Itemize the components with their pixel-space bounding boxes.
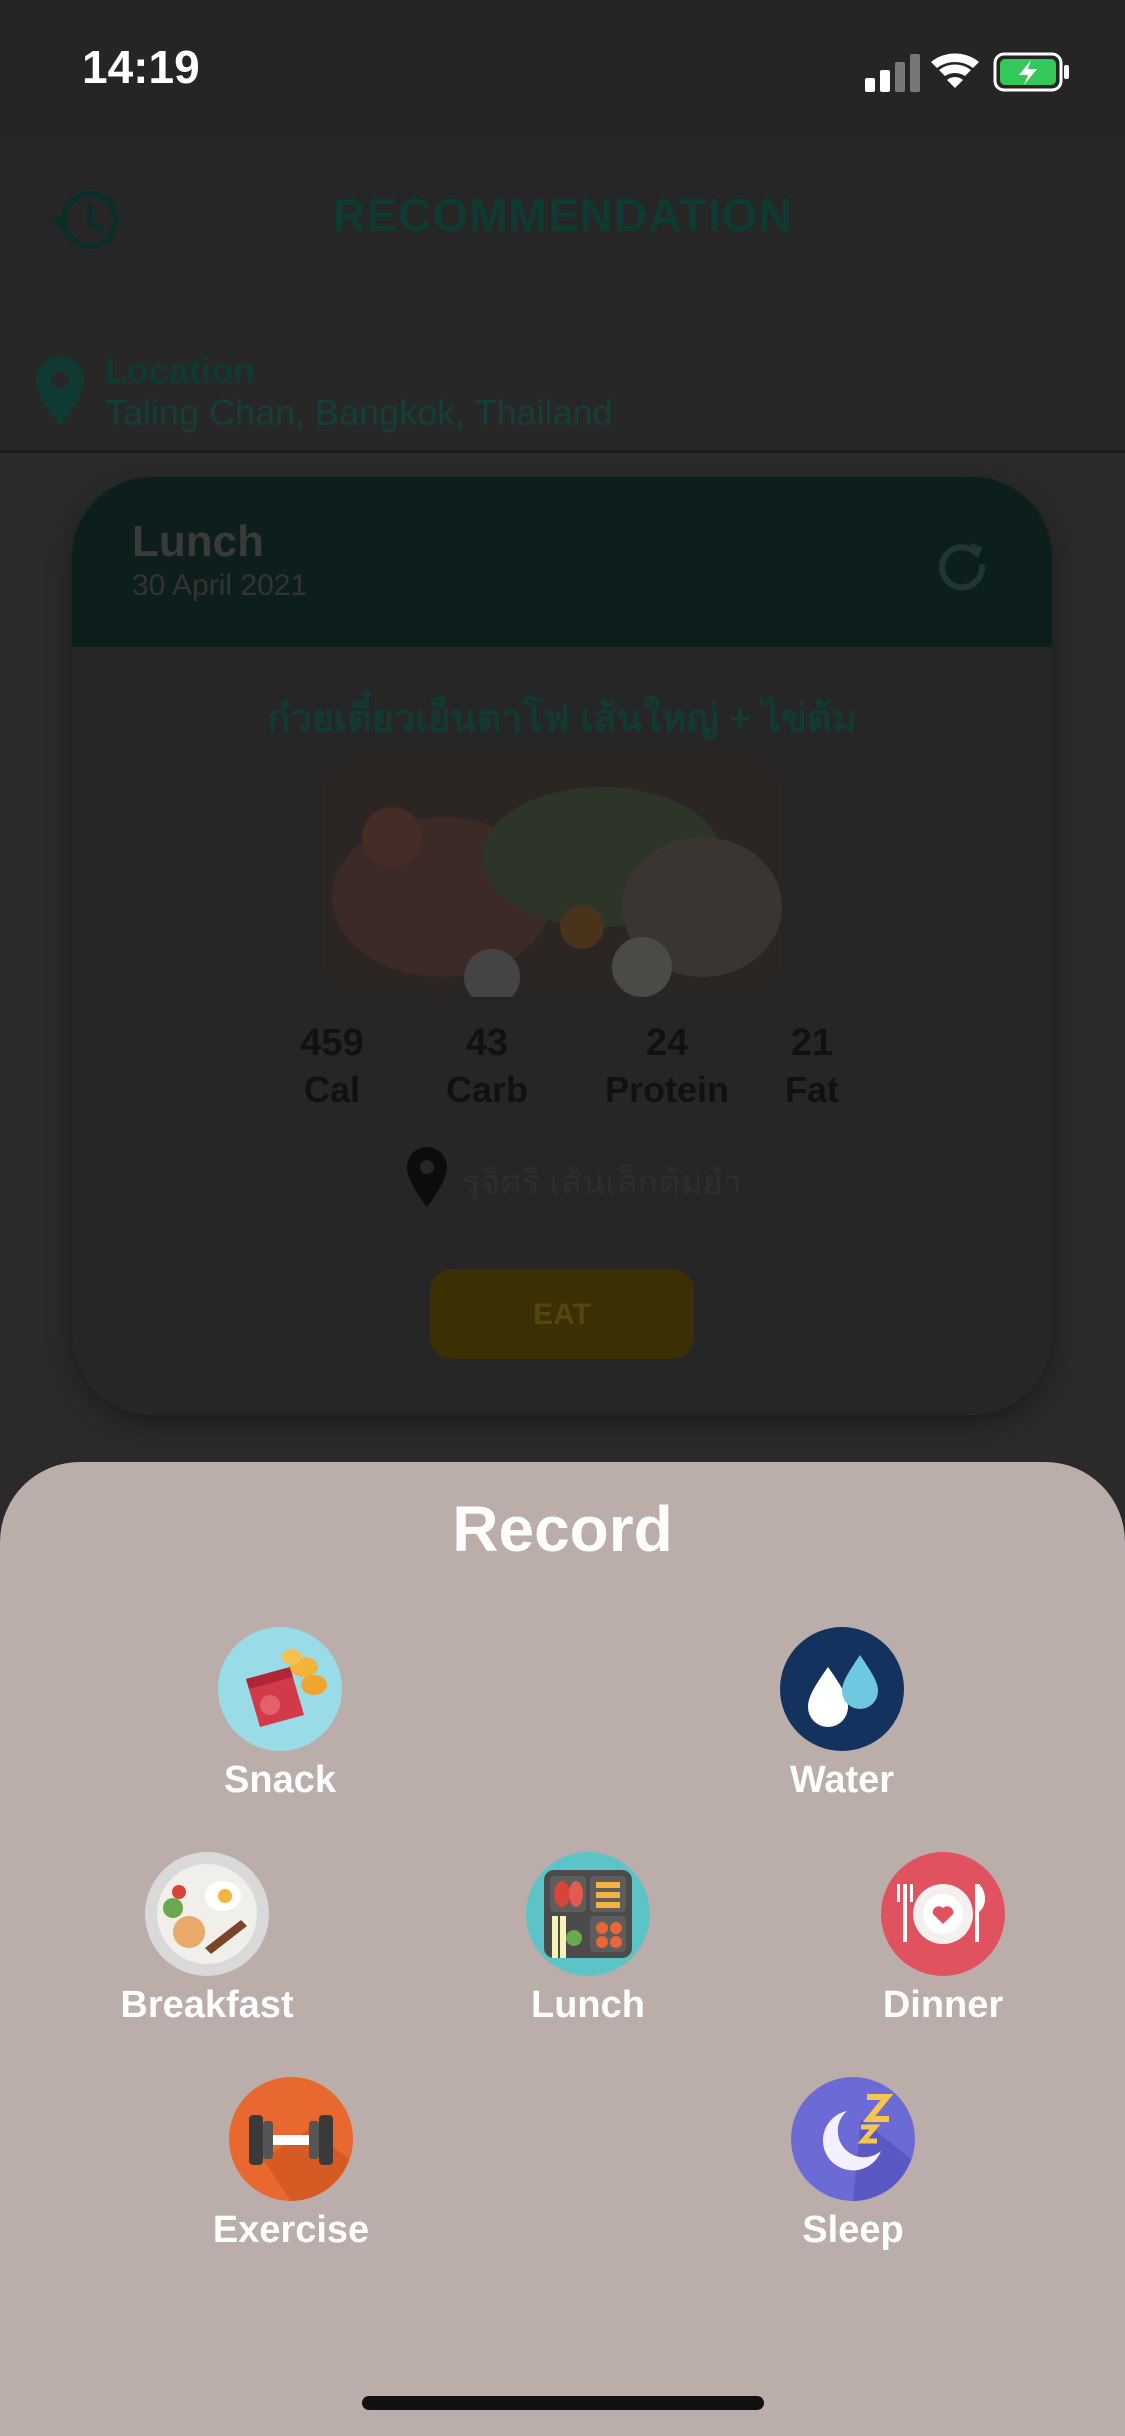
refresh-icon[interactable] [932, 537, 992, 597]
record-water-button[interactable]: Water [712, 1627, 972, 1802]
record-water-label: Water [789, 1759, 895, 1801]
status-bar: 14:19 [0, 0, 1125, 135]
record-snack-button[interactable]: Snack [150, 1627, 410, 1802]
record-exercise-button[interactable]: Exercise [161, 2077, 421, 2252]
record-breakfast-label: Breakfast [120, 1984, 294, 2026]
location-label: Location [105, 350, 255, 391]
sleep-icon [791, 2077, 915, 2201]
nutrient-fat: 21 Fat [785, 1022, 839, 1110]
card-header: Lunch 30 April 2021 [72, 477, 1052, 647]
water-icon [780, 1627, 904, 1751]
record-dinner-label: Dinner [882, 1984, 1004, 2026]
record-exercise-label: Exercise [212, 2209, 370, 2251]
snack-icon [218, 1627, 342, 1751]
breakfast-icon [145, 1852, 269, 1976]
record-title: Record [452, 1493, 673, 1565]
record-lunch-button[interactable]: Lunch [458, 1852, 718, 2027]
record-breakfast-button[interactable]: Breakfast [77, 1852, 337, 2027]
status-icons [865, 52, 1069, 92]
location-pin-icon [36, 356, 84, 426]
shop-name: รุจิศรี เส้นเล็กต้มยำ [462, 1164, 742, 1202]
nutrient-carb: 43 Carb [445, 1022, 529, 1110]
battery-icon [993, 52, 1069, 92]
meal-date: 30 April 2021 [132, 569, 308, 602]
record-sleep-button[interactable]: Sleep [723, 2077, 983, 2252]
page-title: RECOMMENDATION [332, 189, 793, 241]
meal-name: Lunch [132, 517, 264, 566]
cellular-signal-icon [865, 54, 920, 92]
wifi-icon [931, 53, 979, 88]
record-snack-label: Snack [224, 1759, 336, 1801]
dish-photo [322, 757, 782, 997]
record-lunch-label: Lunch [531, 1984, 645, 2026]
record-sleep-label: Sleep [802, 2209, 904, 2251]
status-time: 14:19 [82, 41, 200, 93]
exercise-icon [229, 2077, 353, 2201]
nutrient-calories: 459 Cal [300, 1022, 364, 1110]
dinner-icon [881, 1852, 1005, 1976]
record-dinner-button[interactable]: Dinner [813, 1852, 1073, 2027]
eat-button[interactable]: EAT [430, 1269, 694, 1359]
recommendation-card: Lunch 30 April 2021 ก๋วยเตี๋ยวเย็นตาโฟ เ… [72, 477, 1052, 1415]
shop-pin-icon [407, 1147, 447, 1207]
record-sheet: Record Snack Water Breakfast Lunch Dinne… [0, 1462, 1125, 2436]
location-value: Taling Chan, Bangkok, Thailand [105, 392, 613, 433]
home-indicator[interactable] [362, 2396, 764, 2410]
nutrient-protein: 24 Protein [604, 1022, 729, 1110]
lunch-icon [526, 1852, 650, 1976]
dish-name: ก๋วยเตี๋ยวเย็นตาโฟ เส้นใหญ่ + ไข่ต้ม [267, 698, 857, 740]
